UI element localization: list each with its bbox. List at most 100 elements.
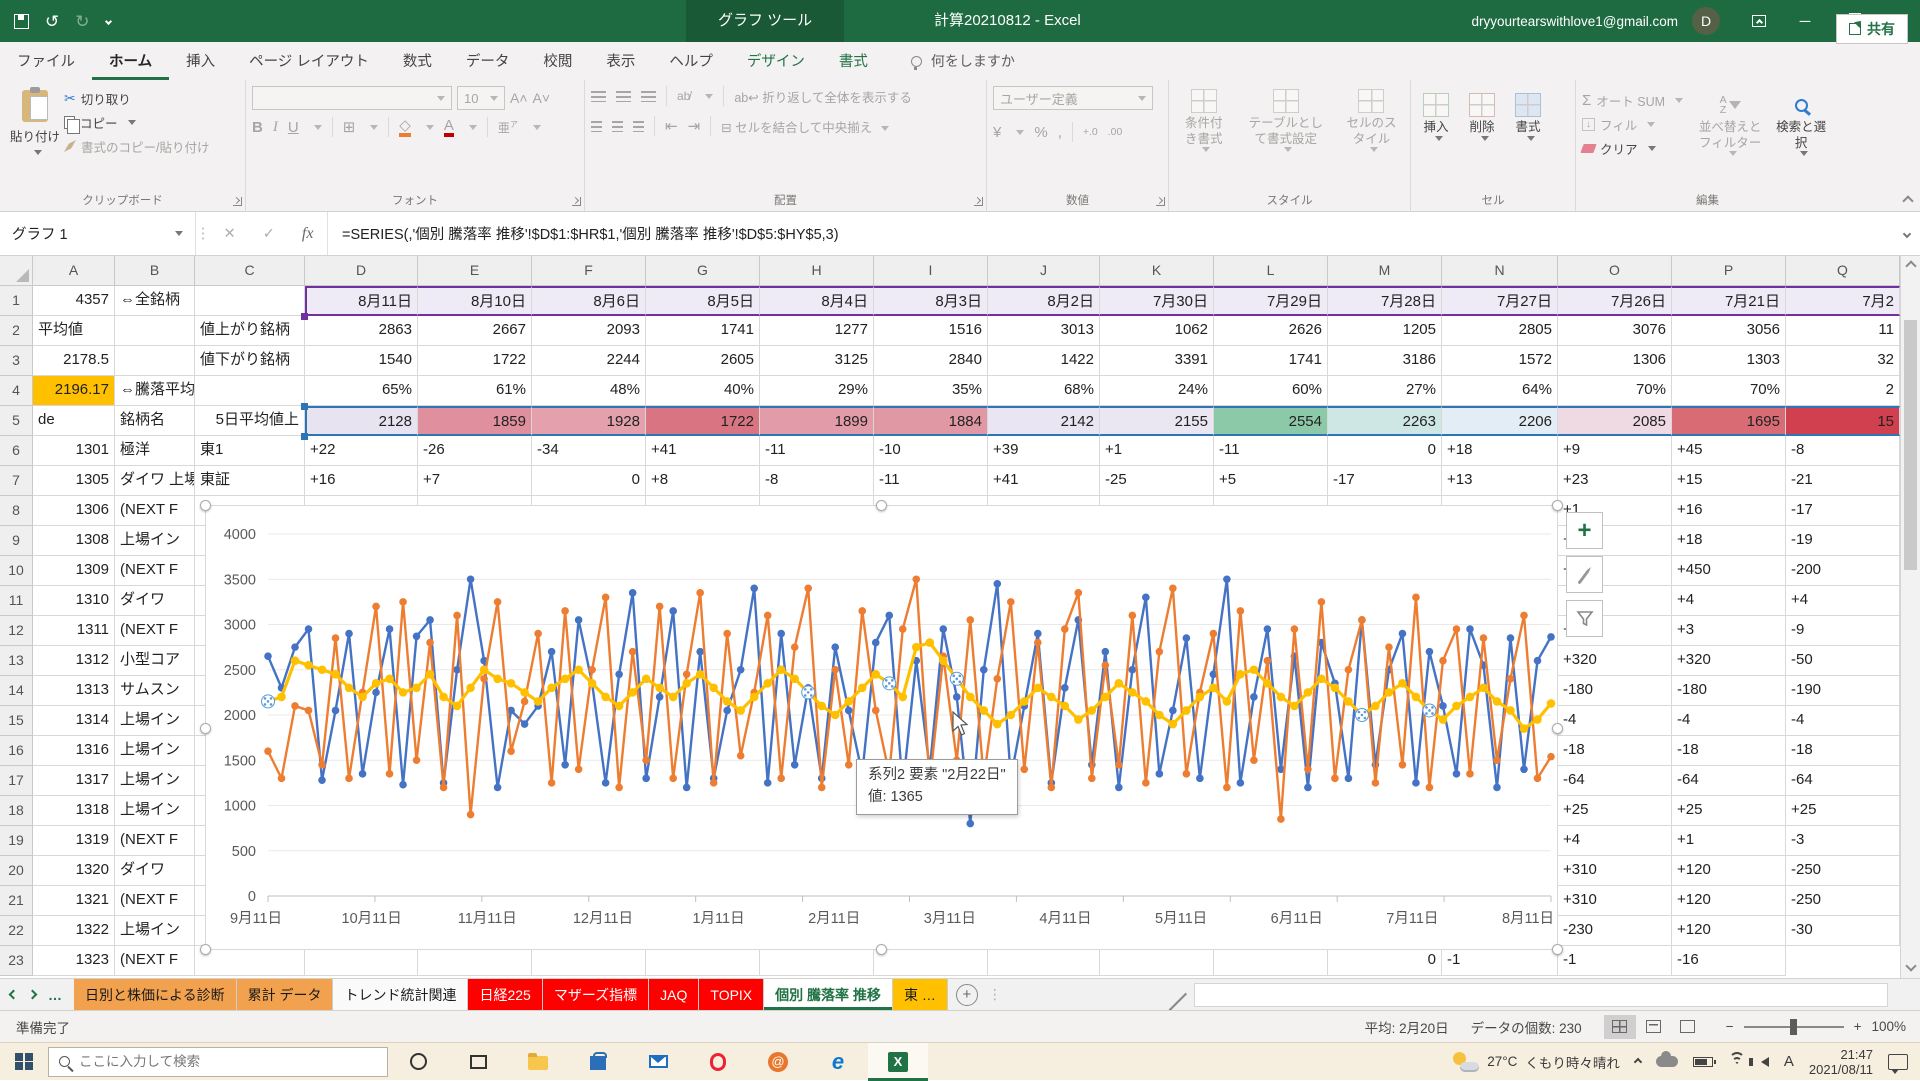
- cell-H5[interactable]: 1899: [760, 406, 874, 436]
- edge-icon[interactable]: e: [808, 1043, 868, 1081]
- row-header-23[interactable]: 23: [0, 946, 33, 976]
- data-point-系列1[interactable]: [629, 589, 637, 597]
- cell-G2[interactable]: 1741: [646, 316, 760, 346]
- cell-Q18[interactable]: +25: [1786, 796, 1900, 826]
- data-point-系列3[interactable]: [574, 665, 583, 674]
- data-point-系列3[interactable]: [534, 697, 543, 706]
- cell-O1[interactable]: 7月26日: [1558, 286, 1672, 316]
- data-point-系列1[interactable]: [993, 580, 1001, 588]
- data-point-系列2[interactable]: [737, 752, 745, 760]
- cell-A10[interactable]: 1309: [33, 556, 115, 586]
- align-center-icon[interactable]: [612, 121, 623, 132]
- cell-F1[interactable]: 8月6日: [532, 286, 646, 316]
- cell-J2[interactable]: 3013: [988, 316, 1100, 346]
- page-break-view-button[interactable]: [1672, 1015, 1704, 1039]
- cell-M5[interactable]: 2263: [1328, 406, 1442, 436]
- next-sheet-icon[interactable]: [28, 990, 38, 1000]
- file-explorer-icon[interactable]: [508, 1043, 568, 1081]
- column-header-I[interactable]: I: [874, 256, 988, 286]
- cell-L4[interactable]: 60%: [1214, 376, 1328, 406]
- row-header-11[interactable]: 11: [0, 586, 33, 616]
- data-point-系列2[interactable]: [1520, 612, 1528, 620]
- cell-H4[interactable]: 29%: [760, 376, 874, 406]
- cell-J7[interactable]: +41: [988, 466, 1100, 496]
- expand-formula-bar-icon[interactable]: [1894, 212, 1920, 255]
- data-point-系列1[interactable]: [791, 761, 799, 769]
- data-point-系列2[interactable]: [723, 630, 731, 638]
- avatar[interactable]: D: [1692, 7, 1720, 35]
- cell-Q9[interactable]: -19: [1786, 526, 1900, 556]
- cell-P10[interactable]: +450: [1672, 556, 1786, 586]
- cell-A4[interactable]: 2196.17: [33, 376, 115, 406]
- data-point-系列1[interactable]: [872, 639, 880, 647]
- row-header-6[interactable]: 6: [0, 436, 33, 466]
- cell-A1[interactable]: 4357: [33, 286, 115, 316]
- cell-B20[interactable]: ダイワ: [115, 856, 195, 886]
- data-point-系列3[interactable]: [385, 675, 394, 684]
- data-point-系列1[interactable]: [980, 666, 988, 674]
- cell-M4[interactable]: 27%: [1328, 376, 1442, 406]
- cell-D1[interactable]: 8月11日: [305, 286, 418, 316]
- cell-J6[interactable]: +39: [988, 436, 1100, 466]
- data-point-系列2[interactable]: [588, 666, 596, 674]
- data-point-系列1[interactable]: [1399, 630, 1407, 638]
- cell-H2[interactable]: 1277: [760, 316, 874, 346]
- data-point-系列3[interactable]: [750, 693, 759, 702]
- cell-A11[interactable]: 1310: [33, 586, 115, 616]
- data-point-系列3[interactable]: [1128, 688, 1137, 697]
- insert-function-icon[interactable]: fx: [302, 225, 314, 243]
- column-header-F[interactable]: F: [532, 256, 646, 286]
- cell-Q8[interactable]: -17: [1786, 496, 1900, 526]
- data-point-系列1[interactable]: [575, 616, 583, 624]
- cell-A8[interactable]: 1306: [33, 496, 115, 526]
- cell-F4[interactable]: 48%: [532, 376, 646, 406]
- collapse-ribbon-icon[interactable]: [1902, 195, 1913, 206]
- cell-Q21[interactable]: -250: [1786, 886, 1900, 916]
- data-point-系列1[interactable]: [386, 625, 394, 633]
- formula-input[interactable]: =SERIES(,'個別 騰落率 推移'!$D$1:$HR$1,'個別 騰落率 …: [328, 212, 1894, 255]
- data-point-系列2[interactable]: [696, 589, 704, 597]
- cell-L6[interactable]: -11: [1214, 436, 1328, 466]
- zoom-out-icon[interactable]: −: [1726, 1019, 1734, 1034]
- tell-me-search[interactable]: 何をしますか: [911, 51, 1015, 71]
- task-view-icon[interactable]: [448, 1043, 508, 1081]
- data-point-系列3[interactable]: [696, 670, 705, 679]
- cell-A2[interactable]: 平均値: [33, 316, 115, 346]
- data-point-系列1[interactable]: [1250, 693, 1258, 701]
- merge-center-button[interactable]: ⊟ セルを結合して中央揃え: [721, 117, 889, 136]
- cell-B7[interactable]: ダイワ 上場: [115, 466, 195, 496]
- data-point-系列2[interactable]: [1331, 775, 1339, 783]
- cell-B13[interactable]: 小型コア: [115, 646, 195, 676]
- data-point-系列3[interactable]: [1061, 702, 1070, 711]
- sheet-tab-2[interactable]: 累計 データ: [237, 979, 334, 1010]
- customize-qat-icon[interactable]: [104, 17, 111, 24]
- cell-A21[interactable]: 1321: [33, 886, 115, 916]
- cell-O4[interactable]: 70%: [1558, 376, 1672, 406]
- data-point-系列3[interactable]: [790, 675, 799, 684]
- data-point-系列1[interactable]: [642, 775, 650, 783]
- tab-view[interactable]: 表示: [589, 42, 652, 80]
- column-header-K[interactable]: K: [1100, 256, 1214, 286]
- cell-Q19[interactable]: -3: [1786, 826, 1900, 856]
- data-point-系列3[interactable]: [1169, 720, 1178, 729]
- data-point-系列3[interactable]: [453, 702, 462, 711]
- data-point-系列1[interactable]: [332, 707, 340, 715]
- data-point-系列2[interactable]: [507, 747, 515, 755]
- undo-icon[interactable]: ↺: [45, 13, 59, 30]
- cell-B6[interactable]: 極洋: [115, 436, 195, 466]
- cell-B12[interactable]: (NEXT F: [115, 616, 195, 646]
- data-point-系列3[interactable]: [1101, 693, 1110, 702]
- data-point-系列1[interactable]: [737, 666, 745, 674]
- cell-B22[interactable]: 上場イン: [115, 916, 195, 946]
- ime-indicator[interactable]: A: [1784, 1053, 1794, 1070]
- row-header-9[interactable]: 9: [0, 526, 33, 556]
- cell-I7[interactable]: -11: [874, 466, 988, 496]
- data-point-系列2[interactable]: [1210, 630, 1218, 638]
- cell-Q13[interactable]: -50: [1786, 646, 1900, 676]
- shrink-font-icon[interactable]: A˅: [533, 90, 551, 106]
- tab-splitter[interactable]: ⋮: [988, 986, 1002, 1003]
- data-point-系列2[interactable]: [1156, 648, 1164, 656]
- data-point-系列2[interactable]: [534, 630, 542, 638]
- account-email[interactable]: dryyourtearswithlove1@gmail.com: [1471, 14, 1678, 29]
- row-header-10[interactable]: 10: [0, 556, 33, 586]
